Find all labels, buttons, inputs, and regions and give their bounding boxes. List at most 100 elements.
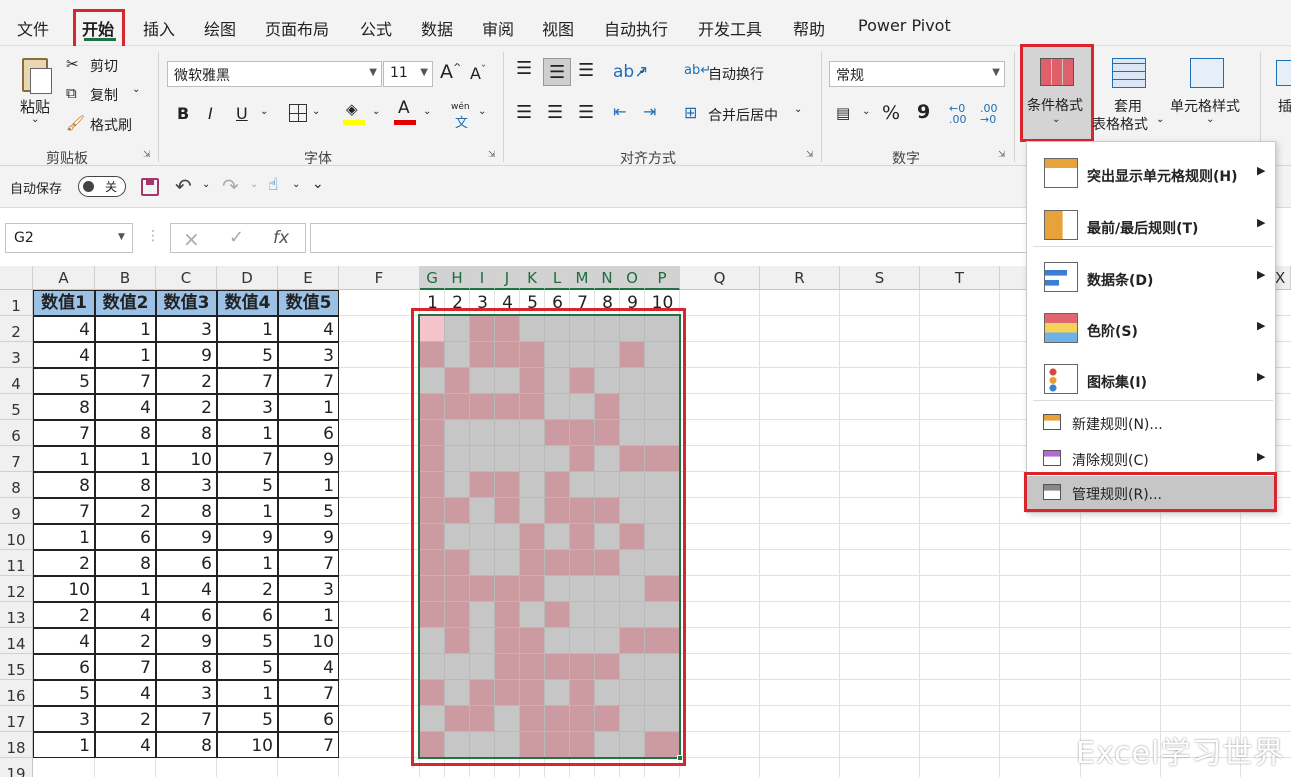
table-cell[interactable]: 4 (278, 654, 339, 680)
table-cell[interactable]: 4 (95, 602, 156, 628)
increase-indent-icon[interactable]: ⇥ (643, 102, 656, 121)
table-cell[interactable]: 10 (156, 446, 217, 472)
table-cell[interactable]: 7 (217, 368, 278, 394)
col-header-E[interactable]: E (278, 266, 339, 290)
table-cell[interactable]: 8 (156, 498, 217, 524)
table-cell[interactable]: 1 (95, 316, 156, 342)
table-cell[interactable]: 7 (33, 420, 95, 446)
middle-align-button[interactable]: ☰ (543, 58, 571, 86)
table-cell[interactable]: 7 (95, 368, 156, 394)
insert-cells-button[interactable]: 插 (1270, 54, 1291, 134)
table-cell[interactable]: 10 (217, 732, 278, 758)
formula-input[interactable] (310, 223, 1030, 253)
table-cell[interactable]: 10 (278, 628, 339, 654)
bottom-align-icon[interactable]: ☰ (578, 62, 594, 80)
tab-5[interactable]: 公式 (360, 16, 392, 40)
row-header-14[interactable]: 14 (0, 628, 33, 654)
table-cell[interactable]: 8 (156, 732, 217, 758)
format-painter-button[interactable]: 🖌 格式刷 (66, 114, 146, 134)
shrink-font-button[interactable]: Aˇ (470, 64, 486, 83)
name-box[interactable]: G2 ▼ (5, 223, 133, 253)
menu-item-new_rule[interactable]: 新建规则(N)... (1027, 406, 1275, 440)
gp-header-cell[interactable]: 7 (570, 290, 595, 316)
top-align-icon[interactable]: ☰ (516, 60, 532, 78)
chevron-down-icon[interactable]: ⌄ (312, 106, 320, 117)
tab-11[interactable]: 帮助 (793, 16, 825, 40)
table-cell[interactable]: 5 (217, 654, 278, 680)
dialog-launcher-icon[interactable]: ⇲ (806, 150, 814, 160)
table-cell[interactable]: 7 (278, 680, 339, 706)
col-header-R[interactable]: R (760, 266, 840, 290)
dialog-launcher-icon[interactable]: ⇲ (143, 150, 151, 160)
table-cell[interactable]: 8 (95, 550, 156, 576)
tab-2[interactable]: 插入 (143, 16, 175, 40)
table-cell[interactable]: 6 (156, 602, 217, 628)
menu-item-1[interactable]: 最前/最后规则(T) ▶ (1027, 204, 1275, 250)
col-header-N[interactable]: N (595, 266, 620, 290)
fill-color-button[interactable]: ◈ (343, 100, 367, 128)
chevron-down-icon[interactable]: ⌄ (292, 179, 300, 190)
table-cell[interactable]: 3 (33, 706, 95, 732)
table-cell[interactable]: 1 (33, 524, 95, 550)
row-header-12[interactable]: 12 (0, 576, 33, 602)
table-cell[interactable]: 1 (278, 472, 339, 498)
bold-button[interactable]: B (177, 104, 189, 123)
table-cell[interactable]: 1 (217, 550, 278, 576)
tab-12[interactable]: Power Pivot (858, 16, 951, 35)
table-cell[interactable]: 7 (33, 498, 95, 524)
cancel-icon[interactable]: × (183, 227, 200, 251)
table-cell[interactable]: 5 (217, 706, 278, 732)
borders-button[interactable] (289, 104, 307, 122)
chevron-down-icon[interactable]: ⌄ (423, 106, 431, 117)
col-header-P[interactable]: P (645, 266, 680, 290)
tab-0[interactable]: 文件 (17, 16, 49, 40)
table-cell[interactable]: 5 (33, 368, 95, 394)
table-cell[interactable]: 1 (278, 394, 339, 420)
table-cell[interactable]: 4 (95, 732, 156, 758)
table-cell[interactable]: 9 (156, 524, 217, 550)
table-cell[interactable]: 6 (95, 524, 156, 550)
cut-button[interactable]: ✂ 剪切 (66, 55, 126, 75)
table-cell[interactable]: 5 (217, 472, 278, 498)
customize-qat-icon[interactable]: ⌄ (312, 176, 324, 192)
table-cell[interactable]: 7 (278, 550, 339, 576)
menu-item-3[interactable]: 色阶(S) ▶ (1027, 307, 1275, 353)
cell-styles-button[interactable]: 单元格样式 ⌄ (1170, 54, 1250, 134)
number-format-select[interactable]: 常规 ▼ (829, 61, 1005, 87)
table-cell[interactable]: 4 (95, 394, 156, 420)
table-cell[interactable]: 8 (156, 654, 217, 680)
table-cell[interactable]: 1 (217, 680, 278, 706)
table-cell[interactable]: 8 (95, 420, 156, 446)
table-cell[interactable]: 1 (217, 316, 278, 342)
table-cell[interactable]: 2 (156, 368, 217, 394)
copy-button[interactable]: ⧉ 复制 ⌄ (66, 84, 146, 104)
table-cell[interactable]: 4 (33, 316, 95, 342)
table-cell[interactable]: 2 (95, 628, 156, 654)
tab-3[interactable]: 绘图 (204, 16, 236, 40)
tab-7[interactable]: 审阅 (482, 16, 514, 40)
tab-1[interactable]: 开始 (82, 16, 114, 40)
table-header-cell[interactable]: 数值4 (217, 290, 278, 316)
table-cell[interactable]: 4 (278, 316, 339, 342)
row-header-2[interactable]: 2 (0, 316, 33, 342)
row-header-18[interactable]: 18 (0, 732, 33, 758)
phonetic-guide-button[interactable]: wén 文 (449, 102, 473, 131)
col-header-A[interactable]: A (33, 266, 95, 290)
accounting-format-icon[interactable]: ▤ (836, 104, 850, 122)
gp-header-cell[interactable]: 5 (520, 290, 545, 316)
table-cell[interactable]: 1 (217, 498, 278, 524)
table-cell[interactable]: 6 (217, 602, 278, 628)
menu-item-0[interactable]: 突出显示单元格规则(H) ▶ (1027, 152, 1275, 198)
col-header-T[interactable]: T (920, 266, 1000, 290)
table-cell[interactable]: 1 (33, 732, 95, 758)
table-cell[interactable]: 2 (217, 576, 278, 602)
fill-handle[interactable] (677, 755, 683, 761)
comma-button[interactable]: 9 (917, 101, 930, 123)
row-header-16[interactable]: 16 (0, 680, 33, 706)
table-cell[interactable]: 4 (33, 342, 95, 368)
table-cell[interactable]: 1 (95, 342, 156, 368)
check-icon[interactable]: ✓ (229, 227, 244, 248)
chevron-down-icon[interactable]: ⌄ (250, 179, 258, 190)
table-cell[interactable]: 1 (95, 576, 156, 602)
col-header-D[interactable]: D (217, 266, 278, 290)
